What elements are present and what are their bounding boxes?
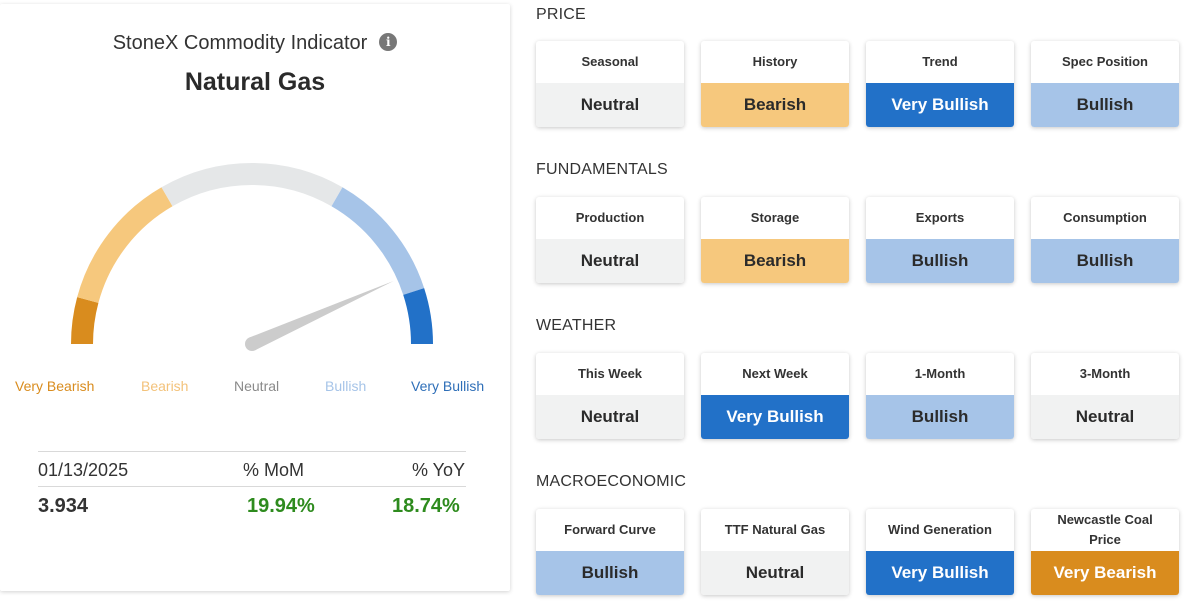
tile-forward-curve[interactable]: Forward Curve Bullish <box>536 509 684 595</box>
tile-storage[interactable]: Storage Bearish <box>701 197 849 283</box>
tile-label: Storage <box>750 210 800 225</box>
stat-date: 01/13/2025 <box>38 460 129 480</box>
tile-next-week[interactable]: Next Week Very Bullish <box>701 353 849 439</box>
section-title-weather: WEATHER <box>536 317 617 334</box>
tile-production[interactable]: Production Neutral <box>536 197 684 283</box>
tile-seasonal[interactable]: Seasonal Neutral <box>536 41 684 127</box>
tile-value: Very Bearish <box>1031 551 1179 595</box>
tile-label: Consumption <box>1063 210 1147 225</box>
tile-value: Bullish <box>1031 83 1179 127</box>
tile-value: Neutral <box>536 239 684 283</box>
indicator-title-row: StoneX Commodity Indicator i <box>0 32 510 55</box>
section-title-macroeconomic: MACROECONOMIC <box>536 473 687 490</box>
gauge-label-bullish: Bullish <box>325 378 367 394</box>
tile-value: Very Bullish <box>866 83 1014 127</box>
section-title-fundamentals: FUNDAMENTALS <box>536 161 668 178</box>
indicator-title: StoneX Commodity Indicator <box>112 32 368 54</box>
tile-label: TTF Natural Gas <box>724 522 826 537</box>
tile-value: Neutral <box>536 83 684 127</box>
tile-label: Wind Generation <box>888 522 992 537</box>
tile-label: Seasonal <box>581 54 639 69</box>
stat-yoy-header: % YoY <box>412 460 466 480</box>
tile-exports[interactable]: Exports Bullish <box>866 197 1014 283</box>
tile-label: Next Week <box>742 366 808 381</box>
tile-history[interactable]: History Bearish <box>701 41 849 127</box>
tile-label: 1-Month <box>914 366 966 381</box>
tile-label: Newcastle Coal Price <box>1057 512 1153 547</box>
tile-value: Bullish <box>866 239 1014 283</box>
stat-mom-value: 19.94% <box>247 495 315 517</box>
stats-top-divider <box>38 451 466 452</box>
indicator-card: StoneX Commodity Indicator i Natural Gas … <box>0 4 510 591</box>
tile-label: Trend <box>922 54 958 69</box>
tile-this-week[interactable]: This Week Neutral <box>536 353 684 439</box>
gauge-segment-very-bullish <box>403 288 433 345</box>
gauge-label-very-bearish: Very Bearish <box>15 378 95 394</box>
tile-value: Bearish <box>701 239 849 283</box>
tile-value: Neutral <box>536 395 684 439</box>
tile-newcastle-coal-price[interactable]: Newcastle Coal Price Very Bearish <box>1031 509 1179 595</box>
tile-label: Production <box>575 210 645 225</box>
gauge-segment-bearish <box>77 187 173 304</box>
gauge-label-neutral: Neutral <box>234 378 280 394</box>
tile-label: Spec Position <box>1062 54 1148 69</box>
sentiment-gauge <box>71 163 433 351</box>
gauge-segment-very-bearish <box>71 297 99 345</box>
tile-value: Very Bullish <box>866 551 1014 595</box>
tile-value: Bullish <box>866 395 1014 439</box>
tile-value: Neutral <box>1031 395 1179 439</box>
commodity-name: Natural Gas <box>184 68 326 96</box>
tile-3-month[interactable]: 3-Month Neutral <box>1031 353 1179 439</box>
tile-value: Neutral <box>701 551 849 595</box>
gauge-segment-neutral <box>161 163 343 207</box>
tile-spec-position[interactable]: Spec Position Bullish <box>1031 41 1179 127</box>
tile-label: This Week <box>577 366 643 381</box>
tile-value: Bearish <box>701 83 849 127</box>
tile-label: History <box>752 54 798 69</box>
tile-label: 3-Month <box>1079 366 1131 381</box>
gauge-label-very-bullish: Very Bullish <box>411 378 485 394</box>
stat-yoy-value: 18.74% <box>392 495 460 517</box>
tile-wind-generation[interactable]: Wind Generation Very Bullish <box>866 509 1014 595</box>
tile-value: Very Bullish <box>701 395 849 439</box>
stats-mid-divider <box>38 486 466 487</box>
tile-label: Exports <box>915 210 965 225</box>
gauge-needle <box>249 280 394 351</box>
stat-mom-header: % MoM <box>243 460 305 480</box>
section-title-price: PRICE <box>536 6 586 23</box>
gauge-label-bearish: Bearish <box>141 378 189 394</box>
tile-trend[interactable]: Trend Very Bullish <box>866 41 1014 127</box>
tile-value: Bullish <box>1031 239 1179 283</box>
tile-label: Forward Curve <box>564 522 656 537</box>
tile-1-month[interactable]: 1-Month Bullish <box>866 353 1014 439</box>
tile-value: Bullish <box>536 551 684 595</box>
stat-price: 3.934 <box>38 495 89 517</box>
gauge-segment-bullish <box>331 187 425 296</box>
info-icon[interactable]: i <box>379 33 398 51</box>
tile-consumption[interactable]: Consumption Bullish <box>1031 197 1179 283</box>
gauge-needle-hub <box>245 337 259 351</box>
tile-ttf-natural-gas[interactable]: TTF Natural Gas Neutral <box>701 509 849 595</box>
